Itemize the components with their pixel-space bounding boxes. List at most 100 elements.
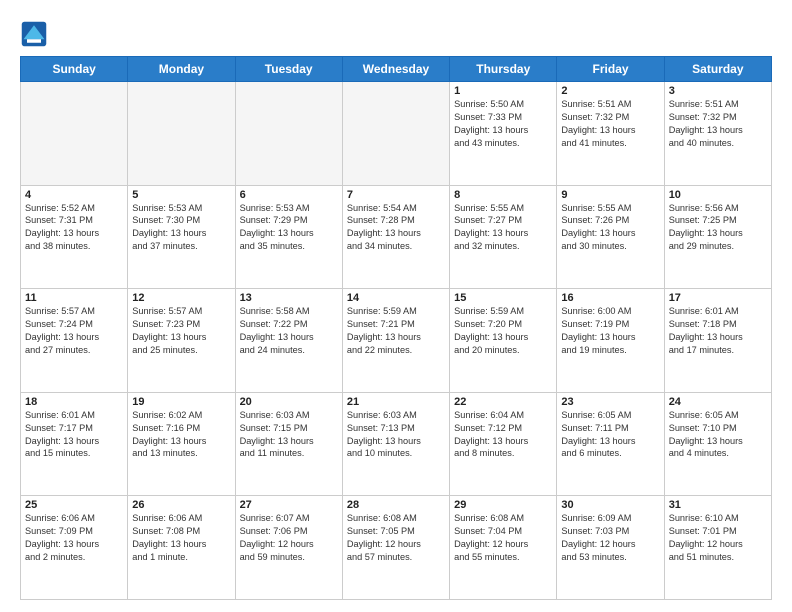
day-number: 22 bbox=[454, 396, 552, 408]
day-number: 27 bbox=[240, 499, 338, 511]
day-number: 19 bbox=[132, 396, 230, 408]
day-cell: 22Sunrise: 6:04 AM Sunset: 7:12 PM Dayli… bbox=[450, 392, 557, 496]
day-number: 8 bbox=[454, 189, 552, 201]
day-number: 17 bbox=[669, 292, 767, 304]
day-cell: 19Sunrise: 6:02 AM Sunset: 7:16 PM Dayli… bbox=[128, 392, 235, 496]
page: SundayMondayTuesdayWednesdayThursdayFrid… bbox=[0, 0, 792, 612]
week-row-4: 18Sunrise: 6:01 AM Sunset: 7:17 PM Dayli… bbox=[21, 392, 772, 496]
day-cell: 25Sunrise: 6:06 AM Sunset: 7:09 PM Dayli… bbox=[21, 496, 128, 600]
day-cell: 2Sunrise: 5:51 AM Sunset: 7:32 PM Daylig… bbox=[557, 82, 664, 186]
weekday-sunday: Sunday bbox=[21, 57, 128, 82]
day-cell: 1Sunrise: 5:50 AM Sunset: 7:33 PM Daylig… bbox=[450, 82, 557, 186]
day-info: Sunrise: 6:09 AM Sunset: 7:03 PM Dayligh… bbox=[561, 512, 659, 564]
logo bbox=[20, 20, 52, 48]
day-number: 14 bbox=[347, 292, 445, 304]
day-info: Sunrise: 6:00 AM Sunset: 7:19 PM Dayligh… bbox=[561, 305, 659, 357]
day-cell: 14Sunrise: 5:59 AM Sunset: 7:21 PM Dayli… bbox=[342, 289, 449, 393]
day-info: Sunrise: 5:52 AM Sunset: 7:31 PM Dayligh… bbox=[25, 202, 123, 254]
day-info: Sunrise: 6:03 AM Sunset: 7:13 PM Dayligh… bbox=[347, 409, 445, 461]
day-number: 29 bbox=[454, 499, 552, 511]
day-info: Sunrise: 5:51 AM Sunset: 7:32 PM Dayligh… bbox=[561, 98, 659, 150]
day-cell: 27Sunrise: 6:07 AM Sunset: 7:06 PM Dayli… bbox=[235, 496, 342, 600]
day-info: Sunrise: 6:02 AM Sunset: 7:16 PM Dayligh… bbox=[132, 409, 230, 461]
day-number: 3 bbox=[669, 85, 767, 97]
day-number: 28 bbox=[347, 499, 445, 511]
day-info: Sunrise: 6:08 AM Sunset: 7:04 PM Dayligh… bbox=[454, 512, 552, 564]
day-number: 5 bbox=[132, 189, 230, 201]
day-cell: 4Sunrise: 5:52 AM Sunset: 7:31 PM Daylig… bbox=[21, 185, 128, 289]
day-info: Sunrise: 5:54 AM Sunset: 7:28 PM Dayligh… bbox=[347, 202, 445, 254]
day-number: 4 bbox=[25, 189, 123, 201]
weekday-wednesday: Wednesday bbox=[342, 57, 449, 82]
day-info: Sunrise: 6:05 AM Sunset: 7:11 PM Dayligh… bbox=[561, 409, 659, 461]
day-number: 24 bbox=[669, 396, 767, 408]
day-info: Sunrise: 5:57 AM Sunset: 7:24 PM Dayligh… bbox=[25, 305, 123, 357]
day-cell: 12Sunrise: 5:57 AM Sunset: 7:23 PM Dayli… bbox=[128, 289, 235, 393]
day-cell bbox=[128, 82, 235, 186]
weekday-thursday: Thursday bbox=[450, 57, 557, 82]
day-info: Sunrise: 6:01 AM Sunset: 7:18 PM Dayligh… bbox=[669, 305, 767, 357]
day-info: Sunrise: 6:07 AM Sunset: 7:06 PM Dayligh… bbox=[240, 512, 338, 564]
day-info: Sunrise: 5:51 AM Sunset: 7:32 PM Dayligh… bbox=[669, 98, 767, 150]
week-row-5: 25Sunrise: 6:06 AM Sunset: 7:09 PM Dayli… bbox=[21, 496, 772, 600]
day-info: Sunrise: 6:06 AM Sunset: 7:08 PM Dayligh… bbox=[132, 512, 230, 564]
day-cell: 8Sunrise: 5:55 AM Sunset: 7:27 PM Daylig… bbox=[450, 185, 557, 289]
day-cell: 24Sunrise: 6:05 AM Sunset: 7:10 PM Dayli… bbox=[664, 392, 771, 496]
day-cell: 26Sunrise: 6:06 AM Sunset: 7:08 PM Dayli… bbox=[128, 496, 235, 600]
day-cell: 6Sunrise: 5:53 AM Sunset: 7:29 PM Daylig… bbox=[235, 185, 342, 289]
day-info: Sunrise: 5:53 AM Sunset: 7:29 PM Dayligh… bbox=[240, 202, 338, 254]
day-info: Sunrise: 5:59 AM Sunset: 7:20 PM Dayligh… bbox=[454, 305, 552, 357]
day-number: 21 bbox=[347, 396, 445, 408]
day-cell: 13Sunrise: 5:58 AM Sunset: 7:22 PM Dayli… bbox=[235, 289, 342, 393]
day-number: 11 bbox=[25, 292, 123, 304]
day-number: 31 bbox=[669, 499, 767, 511]
day-info: Sunrise: 5:58 AM Sunset: 7:22 PM Dayligh… bbox=[240, 305, 338, 357]
day-number: 9 bbox=[561, 189, 659, 201]
day-number: 20 bbox=[240, 396, 338, 408]
day-number: 25 bbox=[25, 499, 123, 511]
day-info: Sunrise: 5:53 AM Sunset: 7:30 PM Dayligh… bbox=[132, 202, 230, 254]
day-number: 6 bbox=[240, 189, 338, 201]
day-cell: 28Sunrise: 6:08 AM Sunset: 7:05 PM Dayli… bbox=[342, 496, 449, 600]
day-number: 13 bbox=[240, 292, 338, 304]
logo-icon bbox=[20, 20, 48, 48]
weekday-header-row: SundayMondayTuesdayWednesdayThursdayFrid… bbox=[21, 57, 772, 82]
day-cell: 7Sunrise: 5:54 AM Sunset: 7:28 PM Daylig… bbox=[342, 185, 449, 289]
weekday-monday: Monday bbox=[128, 57, 235, 82]
day-cell: 9Sunrise: 5:55 AM Sunset: 7:26 PM Daylig… bbox=[557, 185, 664, 289]
day-cell: 23Sunrise: 6:05 AM Sunset: 7:11 PM Dayli… bbox=[557, 392, 664, 496]
week-row-1: 1Sunrise: 5:50 AM Sunset: 7:33 PM Daylig… bbox=[21, 82, 772, 186]
day-cell: 5Sunrise: 5:53 AM Sunset: 7:30 PM Daylig… bbox=[128, 185, 235, 289]
day-cell: 3Sunrise: 5:51 AM Sunset: 7:32 PM Daylig… bbox=[664, 82, 771, 186]
day-cell: 29Sunrise: 6:08 AM Sunset: 7:04 PM Dayli… bbox=[450, 496, 557, 600]
day-info: Sunrise: 5:50 AM Sunset: 7:33 PM Dayligh… bbox=[454, 98, 552, 150]
day-info: Sunrise: 5:57 AM Sunset: 7:23 PM Dayligh… bbox=[132, 305, 230, 357]
day-cell bbox=[342, 82, 449, 186]
day-number: 30 bbox=[561, 499, 659, 511]
day-cell bbox=[21, 82, 128, 186]
day-info: Sunrise: 6:04 AM Sunset: 7:12 PM Dayligh… bbox=[454, 409, 552, 461]
day-info: Sunrise: 6:05 AM Sunset: 7:10 PM Dayligh… bbox=[669, 409, 767, 461]
day-cell: 18Sunrise: 6:01 AM Sunset: 7:17 PM Dayli… bbox=[21, 392, 128, 496]
day-cell bbox=[235, 82, 342, 186]
weekday-friday: Friday bbox=[557, 57, 664, 82]
day-number: 15 bbox=[454, 292, 552, 304]
day-cell: 31Sunrise: 6:10 AM Sunset: 7:01 PM Dayli… bbox=[664, 496, 771, 600]
day-cell: 10Sunrise: 5:56 AM Sunset: 7:25 PM Dayli… bbox=[664, 185, 771, 289]
day-number: 16 bbox=[561, 292, 659, 304]
day-cell: 21Sunrise: 6:03 AM Sunset: 7:13 PM Dayli… bbox=[342, 392, 449, 496]
day-info: Sunrise: 5:56 AM Sunset: 7:25 PM Dayligh… bbox=[669, 202, 767, 254]
day-info: Sunrise: 6:10 AM Sunset: 7:01 PM Dayligh… bbox=[669, 512, 767, 564]
day-number: 7 bbox=[347, 189, 445, 201]
day-cell: 11Sunrise: 5:57 AM Sunset: 7:24 PM Dayli… bbox=[21, 289, 128, 393]
day-number: 18 bbox=[25, 396, 123, 408]
day-number: 1 bbox=[454, 85, 552, 97]
week-row-3: 11Sunrise: 5:57 AM Sunset: 7:24 PM Dayli… bbox=[21, 289, 772, 393]
day-number: 2 bbox=[561, 85, 659, 97]
day-info: Sunrise: 5:55 AM Sunset: 7:27 PM Dayligh… bbox=[454, 202, 552, 254]
day-info: Sunrise: 6:01 AM Sunset: 7:17 PM Dayligh… bbox=[25, 409, 123, 461]
day-cell: 15Sunrise: 5:59 AM Sunset: 7:20 PM Dayli… bbox=[450, 289, 557, 393]
day-info: Sunrise: 6:03 AM Sunset: 7:15 PM Dayligh… bbox=[240, 409, 338, 461]
day-info: Sunrise: 6:06 AM Sunset: 7:09 PM Dayligh… bbox=[25, 512, 123, 564]
day-cell: 20Sunrise: 6:03 AM Sunset: 7:15 PM Dayli… bbox=[235, 392, 342, 496]
